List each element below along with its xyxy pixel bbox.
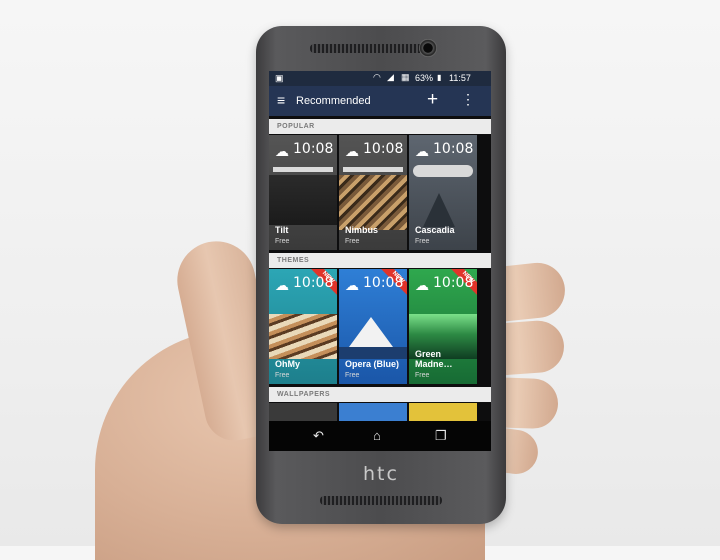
tile-name: Cascadia [415,225,455,235]
section-popular-label: POPULAR [277,123,315,130]
cloud-shape [413,165,473,177]
search-bar-preview [343,167,403,172]
tile-clock: 10:08 [433,275,474,291]
section-themes: THEMES [269,253,491,268]
notification-icon: ▣ [275,73,284,83]
theme-tile-green-madness[interactable]: NEW ☁ 10:08 Green Madne… Free [409,269,477,384]
wallpaper-thumb[interactable] [409,403,477,421]
tile-name: Tilt [275,225,289,235]
battery-icon: ▮ [437,73,442,82]
tile-price: Free [275,372,290,379]
theme-tile-ohmy[interactable]: NEW ☁ 10:08 OhMy Free [269,269,337,384]
weather-cloud-icon: ☁ [275,277,289,293]
section-wallpapers: WALLPAPERS [269,387,491,402]
theme-tile-nimbus[interactable]: ☁ 10:08 Nimbus Free [339,135,407,250]
phone: ▣ ◠ ◢ ▦ 63% ▮ 11:57 ≡ Recommended + ⋮ PO… [256,26,506,524]
front-camera [419,39,437,57]
section-popular: POPULAR [269,119,491,134]
weather-cloud-icon: ☁ [415,277,429,293]
tile-price: Free [415,238,430,245]
phone-screen: ▣ ◠ ◢ ▦ 63% ▮ 11:57 ≡ Recommended + ⋮ PO… [269,71,491,451]
wifi-icon: ◠ [373,72,381,82]
tile-clock: 10:08 [293,141,334,157]
tile-clock: 10:08 [363,275,404,291]
app-bar: ≡ Recommended + ⋮ [269,86,491,116]
mountain-shape [423,193,455,227]
tile-clock: 10:08 [433,141,474,157]
section-themes-label: THEMES [277,257,310,264]
section-wallpapers-label: WALLPAPERS [277,391,331,398]
nfc-icon: ▦ [401,72,410,82]
top-speaker-grille [310,44,430,53]
wallpaper-thumb[interactable] [339,403,407,421]
status-time: 11:57 [449,73,471,83]
tile-name: OhMy [275,359,301,369]
weather-cloud-icon: ☁ [275,143,289,159]
harbour-water [339,347,407,359]
page-title: Recommended [296,95,371,107]
menu-icon[interactable]: ≡ [277,92,285,108]
ohmy-preview [269,314,337,359]
tile-name: Green Madne… [415,349,453,369]
tile-name: Opera (Blue) [345,359,400,369]
tilt-preview [269,175,337,225]
kebab-icon[interactable]: ⋮ [461,91,475,108]
theme-tile-opera-blue[interactable]: NEW ☁ 10:08 Opera (Blue) Free [339,269,407,384]
wallpaper-thumb[interactable] [269,403,337,421]
tile-name: Nimbus [345,225,379,235]
bottom-speaker-grille [320,496,442,505]
status-bar: ▣ ◠ ◢ ▦ 63% ▮ 11:57 [269,71,491,86]
recents-icon[interactable]: ❐ [435,428,447,444]
tile-price: Free [345,372,360,379]
weather-cloud-icon: ☁ [345,143,359,159]
nimbus-preview [339,175,407,230]
tile-price: Free [345,238,360,245]
back-icon[interactable]: ↶ [313,428,324,444]
navigation-bar: ↶ ⌂ ❐ [269,421,491,451]
theme-tile-cascadia[interactable]: ☁ 10:08 Cascadia Free [409,135,477,250]
tile-clock: 10:08 [363,141,404,157]
battery-percent: 63% [415,73,434,83]
theme-tile-tilt[interactable]: ☁ 10:08 Tilt Free [269,135,337,250]
tile-clock: 10:08 [293,275,334,291]
home-icon[interactable]: ⌂ [373,428,381,443]
brand-logo: htc [363,463,399,485]
tile-price: Free [415,372,430,379]
search-bar-preview [273,167,333,172]
weather-cloud-icon: ☁ [345,277,359,293]
tile-price: Free [275,238,290,245]
signal-icon: ◢ [387,72,394,82]
weather-cloud-icon: ☁ [415,143,429,159]
plus-icon[interactable]: + [427,89,438,111]
opera-house-shape [349,317,393,347]
